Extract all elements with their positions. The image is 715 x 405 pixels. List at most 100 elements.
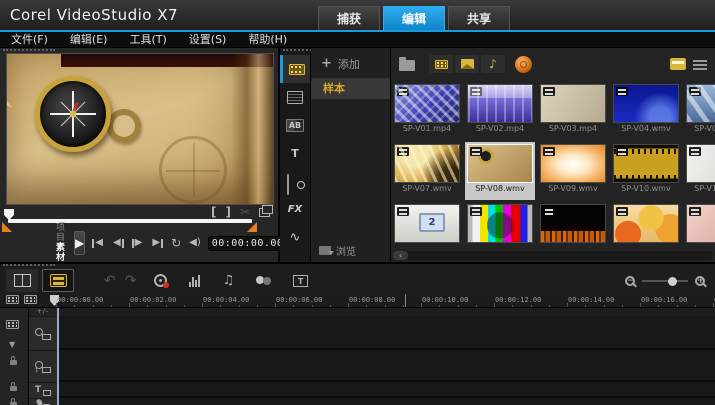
- menu-item-2[interactable]: 工具(T): [118, 32, 177, 47]
- library-scrollbar[interactable]: ‹: [393, 251, 713, 260]
- timeline-icon: [50, 274, 67, 287]
- library-nav: + 添加 样本 浏览: [311, 48, 391, 262]
- next-frame-button[interactable]: ▶: [132, 238, 144, 248]
- title-track-lane[interactable]: [58, 382, 715, 398]
- trim-start-handle[interactable]: [2, 222, 12, 232]
- previous-frame-button[interactable]: ◀: [112, 238, 124, 248]
- clip-thumbnail: [467, 144, 533, 183]
- project-mode-label[interactable]: 项目: [56, 223, 65, 243]
- title-icon[interactable]: T: [280, 139, 310, 167]
- instant-project-icon[interactable]: [280, 83, 310, 111]
- clip-SP-V10.wmv[interactable]: SP-V10.wmv: [613, 144, 679, 198]
- timeline-body: ▼ +/- 1 T: [0, 308, 715, 405]
- folder-icon[interactable]: [399, 60, 415, 71]
- timeline-ruler[interactable]: 00:00:00.0000:00:02.0000:00:04.0000:00:0…: [0, 294, 715, 308]
- menu-item-0[interactable]: 文件(F): [0, 32, 59, 47]
- undo-icon[interactable]: ↶: [104, 273, 116, 289]
- wave-bar: [192, 277, 194, 287]
- storyboard-view-icon[interactable]: [6, 269, 38, 292]
- ruler-tick: [458, 305, 459, 307]
- clip-balls[interactable]: [613, 204, 679, 250]
- zoom-in-icon[interactable]: +: [695, 276, 705, 286]
- track-add-remove-button[interactable]: +/-: [29, 308, 57, 317]
- voice-track-lane[interactable]: [58, 398, 715, 405]
- photo-filter-icon[interactable]: [455, 55, 479, 73]
- split-clip-icon[interactable]: ✂: [240, 205, 250, 219]
- show-all-tracks-icon[interactable]: [6, 295, 19, 304]
- lock-overlay-track-icon[interactable]: [10, 360, 17, 365]
- swap-tracks-icon[interactable]: [24, 295, 37, 304]
- list-view-icon[interactable]: [693, 59, 707, 70]
- library-folder-samples[interactable]: 样本: [311, 79, 390, 99]
- scroll-left-button[interactable]: ‹: [393, 251, 408, 260]
- browse-button[interactable]: 浏览: [319, 243, 356, 258]
- overlay-track-lane[interactable]: [58, 350, 715, 382]
- menu-item-4[interactable]: 帮助(H): [237, 32, 298, 47]
- thumbnail-number: 2: [419, 213, 445, 232]
- bar: [132, 239, 134, 248]
- auto-music-icon[interactable]: ♫: [222, 273, 234, 288]
- clip-monitor[interactable]: 2: [394, 204, 460, 250]
- graphic-icon[interactable]: [280, 167, 310, 195]
- path-icon[interactable]: ∿: [280, 223, 310, 251]
- motion-tracking-icon[interactable]: [256, 275, 271, 286]
- video-track-icon: [35, 328, 51, 340]
- overlay-number: 1: [35, 368, 38, 374]
- clip-SP-V05.wmv[interactable]: SP-V05.wmv: [686, 84, 715, 138]
- playhead[interactable]: [57, 308, 59, 405]
- menu-item-3[interactable]: 设置(S): [178, 32, 238, 47]
- video-badge-icon: [543, 207, 555, 216]
- redo-icon[interactable]: ↷: [125, 273, 137, 289]
- mark-out-button[interactable]: ]: [225, 205, 230, 219]
- home-button[interactable]: ◀: [92, 238, 104, 248]
- mark-in-button[interactable]: [: [211, 205, 216, 219]
- zoom-out-icon[interactable]: −: [625, 276, 635, 286]
- video-filter-icon[interactable]: [429, 55, 453, 73]
- tab-capture[interactable]: 捕获: [318, 6, 380, 30]
- subtitle-editor-icon[interactable]: T: [293, 275, 308, 287]
- clip-SP-V03.mp4[interactable]: SP-V03.mp4: [540, 84, 606, 138]
- clip-thumbnail: [467, 84, 533, 123]
- clip-SP-V11.wmv[interactable]: SP-V11.wmv: [686, 144, 715, 198]
- scrubber-bar[interactable]: [8, 219, 252, 223]
- volume-button[interactable]: ◀): [189, 238, 201, 248]
- voice-track-header[interactable]: [29, 399, 57, 405]
- clip-testbars[interactable]: [467, 204, 533, 250]
- menu-item-1[interactable]: 编辑(E): [59, 32, 119, 47]
- track-manager-icon[interactable]: [6, 320, 19, 329]
- media-icon[interactable]: [280, 55, 310, 83]
- clip-SP-V01.mp4[interactable]: SP-V01.mp4: [394, 84, 460, 138]
- zoom-slider[interactable]: [642, 280, 688, 282]
- add-folder-button[interactable]: + 添加: [311, 48, 390, 79]
- clip-mode-label[interactable]: 素材: [56, 243, 65, 263]
- repeat-button[interactable]: ↻: [171, 238, 181, 248]
- enlarge-preview-icon[interactable]: [259, 208, 270, 217]
- project-filter-icon[interactable]: [515, 56, 532, 73]
- clip-SP-V04.wmv[interactable]: SP-V04.wmv: [613, 84, 679, 138]
- play-button[interactable]: ▶: [74, 231, 85, 255]
- zoom-slider-handle[interactable]: [668, 277, 677, 286]
- lock-title-track-icon[interactable]: [10, 386, 17, 391]
- overlay-track-header[interactable]: 1: [29, 351, 57, 383]
- video-track-lane[interactable]: [58, 316, 715, 350]
- sound-mixer-icon[interactable]: [189, 274, 200, 287]
- timeline-view-icon[interactable]: [42, 269, 74, 292]
- clip-SP-V02.mp4[interactable]: SP-V02.mp4: [467, 84, 533, 138]
- clip-city[interactable]: [540, 204, 606, 250]
- thumbnail-view-icon[interactable]: [670, 58, 686, 70]
- filter-icon[interactable]: FX: [280, 195, 310, 223]
- collapse-tracks-icon[interactable]: ▼: [9, 340, 15, 349]
- title-track-header[interactable]: T: [29, 383, 57, 399]
- record-capture-icon[interactable]: [154, 274, 167, 287]
- clip-SP-V07.wmv[interactable]: SP-V07.wmv: [394, 144, 460, 198]
- clip-SP-V08.wmv[interactable]: SP-V08.wmv: [467, 144, 533, 198]
- clip-SP-V09.wmv[interactable]: SP-V09.wmv: [540, 144, 606, 198]
- video-track-header[interactable]: [29, 317, 57, 351]
- tab-share[interactable]: 共享: [448, 6, 510, 30]
- end-button[interactable]: ▶: [151, 238, 163, 248]
- tab-edit[interactable]: 编辑: [383, 6, 445, 30]
- browse-icon: [319, 246, 331, 255]
- clip-pink[interactable]: [686, 204, 715, 250]
- audio-filter-icon[interactable]: ♪: [481, 55, 505, 73]
- transition-icon[interactable]: AB: [280, 111, 310, 139]
